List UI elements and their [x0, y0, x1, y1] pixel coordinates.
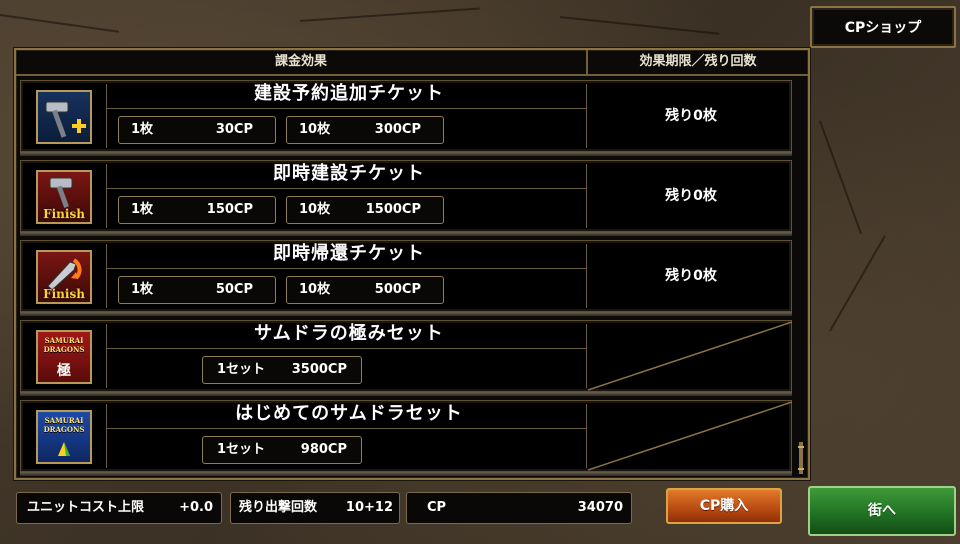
option-price: 300CP — [374, 122, 421, 137]
option-price: 1500CP — [365, 202, 421, 217]
buy-10-button[interactable]: 10枚 1500CP — [286, 196, 444, 224]
item-title: はじめてのサムドラセット — [235, 403, 463, 424]
finish-label: Finish — [43, 207, 85, 221]
option-qty: 10枚 — [299, 202, 331, 217]
shop-item-row: 建設予約追加チケット 1枚 30CP 10枚 300CP 残り0枚 — [20, 80, 792, 156]
cp-label: CP — [427, 500, 447, 515]
not-applicable-slash — [588, 401, 792, 471]
cp-balance-box: CP 34070 — [406, 492, 632, 524]
option-price: 30CP — [215, 122, 253, 137]
unit-cost-box: ユニットコスト上限 +0.0 — [16, 492, 222, 524]
samurai-dragons-kiwami-icon: SAMURAI DRAGONS 極 — [36, 330, 92, 384]
option-qty: 1セット — [217, 442, 266, 457]
option-price: 500CP — [374, 282, 421, 297]
not-applicable-slash — [588, 321, 792, 391]
to-town-button[interactable]: 街へ — [808, 486, 956, 536]
remaining-count: 残り0枚 — [665, 188, 717, 204]
cp-value: 34070 — [577, 500, 623, 515]
option-qty: 10枚 — [299, 122, 331, 137]
table-header: 課金効果 効果期限／残り回数 — [16, 50, 808, 76]
scrollbar[interactable] — [798, 442, 804, 474]
unit-cost-value: +0.0 — [179, 500, 213, 515]
item-title: 建設予約追加チケット — [254, 83, 444, 104]
buy-10-button[interactable]: 10枚 500CP — [286, 276, 444, 304]
sorties-box: 残り出撃回数 10+12 — [230, 492, 400, 524]
hammer-plus-icon — [36, 90, 92, 144]
stone-crack — [819, 120, 862, 235]
stone-crack — [0, 14, 119, 33]
game-logo: SAMURAI DRAGONS — [43, 336, 85, 354]
option-qty: 1枚 — [131, 282, 154, 297]
item-title: サムドラの極みセット — [254, 323, 444, 344]
hammer-finish-icon: Finish — [36, 170, 92, 224]
option-price: 980CP — [300, 442, 347, 457]
stone-crack — [559, 16, 720, 35]
stone-crack — [299, 7, 480, 22]
buy-1-button[interactable]: 1枚 50CP — [118, 276, 276, 304]
shop-panel: 課金効果 効果期限／残り回数 建設予約追加チケット 1枚 30CP 10枚 30… — [14, 48, 810, 480]
shop-item-row: Finish 即時建設チケット 1枚 150CP 10枚 1500CP 残り0枚 — [20, 160, 792, 236]
sword-finish-icon: Finish — [36, 250, 92, 304]
buy-10-button[interactable]: 10枚 300CP — [286, 116, 444, 144]
buy-set-button[interactable]: 1セット 3500CP — [202, 356, 362, 384]
unit-cost-label: ユニットコスト上限 — [27, 500, 145, 515]
column-header-effect: 課金効果 — [274, 54, 327, 69]
finish-label: Finish — [43, 287, 85, 301]
option-qty: 1枚 — [131, 202, 154, 217]
option-price: 3500CP — [291, 362, 347, 377]
option-qty: 1セット — [217, 362, 266, 377]
buy-1-button[interactable]: 1枚 30CP — [118, 116, 276, 144]
shop-item-row: Finish 即時帰還チケット 1枚 50CP 10枚 500CP 残り0枚 — [20, 240, 792, 316]
sorties-value: 10+12 — [345, 500, 393, 515]
buy-set-button[interactable]: 1セット 980CP — [202, 436, 362, 464]
item-title: 即時建設チケット — [273, 163, 425, 184]
buy-1-button[interactable]: 1枚 150CP — [118, 196, 276, 224]
column-header-limit: 効果期限／残り回数 — [586, 50, 808, 74]
option-price: 50CP — [215, 282, 253, 297]
samurai-dragons-beginner-icon: SAMURAI DRAGONS — [36, 410, 92, 464]
remaining-count: 残り0枚 — [665, 108, 717, 124]
shop-item-row: SAMURAI DRAGONS はじめてのサムドラセット 1セット 980CP — [20, 400, 792, 476]
stone-crack — [829, 235, 886, 332]
option-qty: 1枚 — [131, 122, 154, 137]
sorties-label: 残り出撃回数 — [239, 500, 318, 515]
kiwami-label: 極 — [57, 363, 71, 379]
item-title: 即時帰還チケット — [273, 243, 425, 264]
option-price: 150CP — [206, 202, 253, 217]
shop-item-row: SAMURAI DRAGONS 極 サムドラの極みセット 1セット 3500CP — [20, 320, 792, 396]
cp-shop-tab[interactable]: CPショップ — [810, 6, 956, 48]
option-qty: 10枚 — [299, 282, 331, 297]
buy-cp-button[interactable]: CP購入 — [666, 488, 782, 524]
remaining-count: 残り0枚 — [665, 268, 717, 284]
